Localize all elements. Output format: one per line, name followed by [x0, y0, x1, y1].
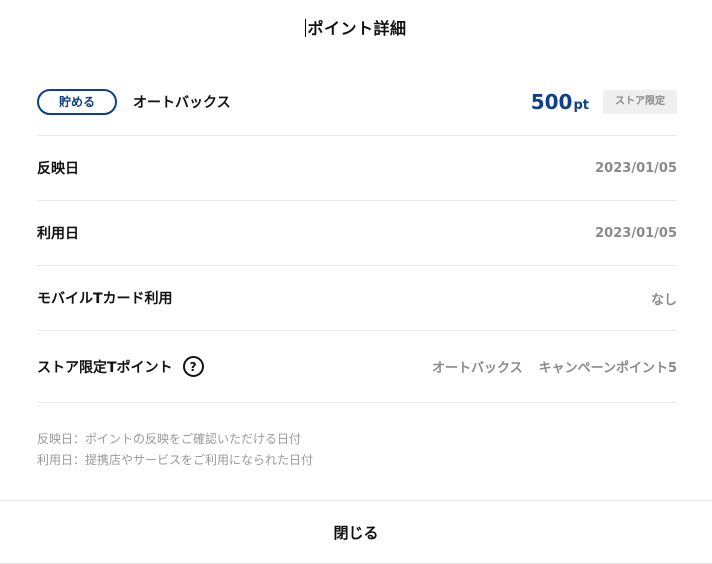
detail-row-mobile-tcard: モバイルTカード利用 なし	[37, 266, 677, 331]
detail-row-use-date: 利用日 2023/01/05	[37, 201, 677, 266]
note-reflect-date: 反映日：ポイントの反映をご確認いただける日付	[37, 432, 302, 446]
points-amount: 500 pt	[531, 90, 589, 114]
close-button[interactable]: 閉じる	[309, 514, 402, 551]
use-date-label: 利用日	[37, 226, 79, 242]
store-limited-values: オートバックス キャンペーンポイント5	[432, 357, 677, 376]
detail-content: 貯める オートバックス 500 pt ストア限定 反映日 2023/01/05 利…	[37, 68, 677, 471]
reflect-date-label: 反映日	[37, 161, 79, 177]
note-use-date: 利用日：提携店やサービスをご利用になられた日付	[37, 453, 314, 467]
store-limited-store: オートバックス	[431, 361, 523, 376]
store-name: オートバックス	[133, 94, 231, 111]
transaction-type-badge: 貯める	[37, 88, 117, 115]
point-detail-modal: ポイント詳細 貯める オートバックス 500 pt ストア限定 反映日 2023/…	[0, 0, 712, 564]
use-date-value: 2023/01/05	[595, 225, 677, 241]
mobile-tcard-label: モバイルTカード利用	[37, 291, 173, 307]
reflect-date-value: 2023/01/05	[595, 160, 677, 176]
modal-footer: 閉じる	[0, 500, 712, 564]
store-limited-campaign: キャンペーンポイント5	[538, 361, 677, 376]
points-value: 500	[530, 89, 573, 114]
detail-row-store-limited: ストア限定Tポイント ? オートバックス キャンペーンポイント5	[37, 331, 677, 403]
store-limited-label: ストア限定Tポイント	[37, 359, 173, 376]
modal-title-text: ポイント詳細	[307, 19, 407, 38]
store-limited-label-group: ストア限定Tポイント ?	[37, 356, 204, 377]
points-unit: pt	[573, 97, 589, 113]
transaction-summary-row: 貯める オートバックス 500 pt ストア限定	[37, 68, 677, 136]
mobile-tcard-value: なし	[650, 292, 677, 308]
help-icon[interactable]: ?	[182, 356, 204, 377]
modal-title: ポイント詳細	[0, 14, 712, 44]
detail-row-reflect-date: 反映日 2023/01/05	[37, 136, 677, 201]
store-limited-tag: ストア限定	[603, 89, 677, 114]
notes: 反映日：ポイントの反映をご確認いただける日付 利用日：提携店やサービスをご利用に…	[37, 403, 677, 471]
